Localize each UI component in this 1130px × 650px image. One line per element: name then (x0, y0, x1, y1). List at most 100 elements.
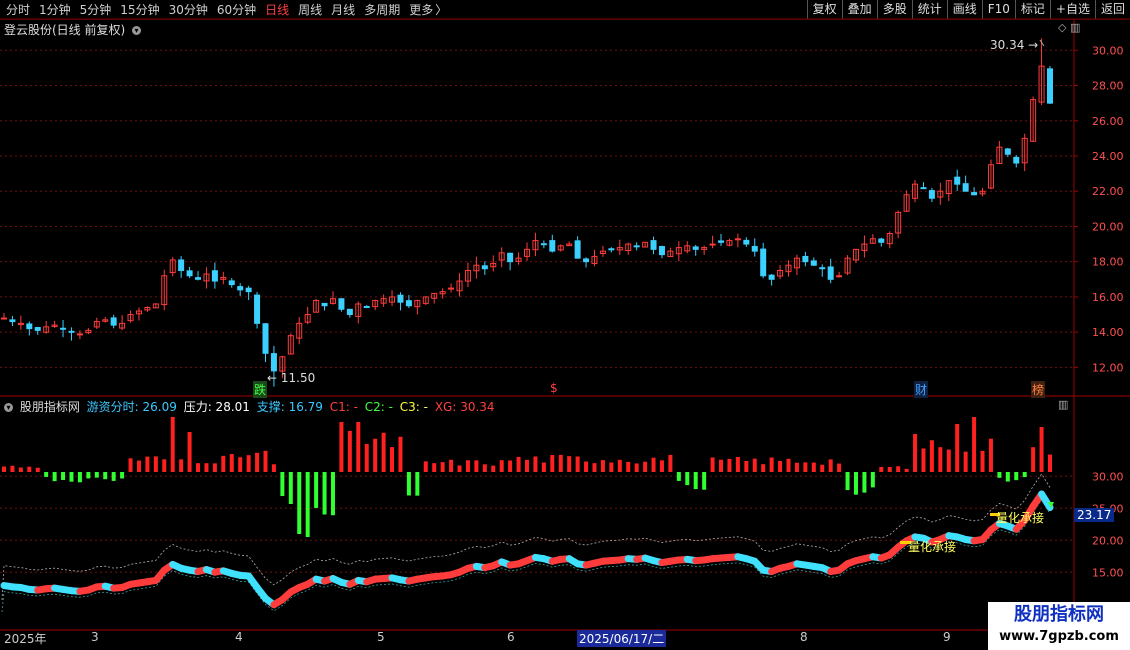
histogram-bar (44, 472, 49, 477)
watermark-url: www.7gpzb.com (999, 629, 1119, 644)
histogram-bar (449, 459, 454, 472)
marker-finance[interactable]: 财 (914, 381, 929, 398)
indicator-tick-label: 30.00 (1092, 470, 1124, 483)
histogram-bar (710, 457, 715, 472)
histogram-bar (128, 458, 133, 472)
histogram-bar (406, 472, 411, 496)
indicator-panel-toggle-icon[interactable]: ▥ (1058, 398, 1068, 411)
histogram-bar (558, 454, 563, 472)
chevron-down-icon[interactable]: ▾ (4, 403, 13, 412)
price-tick-label: 30.00 (1092, 44, 1124, 57)
price-tick-label: 14.00 (1092, 326, 1124, 339)
histogram-bar (584, 461, 589, 472)
candle-body (262, 323, 269, 354)
candle-body (1047, 68, 1053, 104)
histogram-bar (913, 434, 918, 472)
histogram-bar (196, 463, 201, 472)
histogram-bar (212, 463, 217, 472)
histogram-bar (347, 430, 352, 472)
histogram-bar (440, 462, 445, 472)
histogram-bar (204, 463, 209, 472)
histogram-bar (921, 448, 926, 472)
candle-body (397, 294, 404, 303)
high-price-value: 30.34 (990, 38, 1025, 52)
marker-list[interactable]: 榜 (1031, 381, 1046, 398)
histogram-bar (1048, 454, 1052, 472)
histogram-bar (735, 456, 740, 472)
histogram-bar (837, 463, 842, 472)
candle-body (878, 238, 885, 243)
indicator-value: 压力: 28.01 (183, 400, 254, 414)
histogram-bar (1022, 472, 1027, 478)
candle-body (26, 323, 33, 330)
histogram-bar (330, 472, 335, 516)
low-price-value: 11.50 (280, 371, 316, 385)
price-tick-label: 20.00 (1092, 220, 1124, 233)
histogram-bar (238, 457, 243, 472)
histogram-bar (390, 447, 395, 472)
histogram-bar (870, 472, 875, 488)
price-tick-label: 18.00 (1092, 256, 1124, 269)
histogram-bar (77, 472, 82, 483)
date-label: 4 (235, 630, 243, 644)
current-value-tag: 23.17 (1074, 508, 1115, 522)
histogram-bar (10, 465, 15, 472)
histogram-bar (972, 417, 977, 472)
indicator-value: XG: 30.34 (434, 400, 495, 414)
signal-label: 量化承接 (996, 511, 1045, 525)
candle-body (1, 317, 7, 320)
histogram-bar (896, 466, 901, 472)
histogram-bar (651, 457, 656, 472)
histogram-bar (339, 422, 344, 472)
candle-body (574, 240, 581, 259)
histogram-bar (1039, 427, 1044, 472)
histogram-bar (786, 458, 791, 472)
histogram-bar (280, 472, 285, 497)
candle-body (211, 270, 218, 282)
trend-line-segment (1038, 490, 1054, 511)
candle-body (405, 300, 412, 307)
candle-body (633, 245, 640, 248)
candle-body (608, 248, 615, 251)
histogram-bar (2, 466, 6, 472)
high-price-label: 30.34 → (990, 38, 1039, 52)
candle-body (810, 260, 817, 266)
indicator-value: 支撑: 16.79 (256, 400, 327, 414)
histogram-bar (676, 472, 681, 481)
candle-body (245, 287, 252, 293)
histogram-bar (516, 456, 521, 472)
histogram-bar (255, 452, 260, 472)
histogram-bar (52, 472, 57, 482)
candle-body (962, 183, 969, 192)
candle-body (709, 243, 716, 246)
panel-toggle-icon[interactable]: ◇ ▥ (1058, 21, 1080, 34)
histogram-bar (853, 472, 858, 495)
histogram-bar (162, 459, 167, 472)
candle-body (954, 176, 961, 185)
marker-dollar[interactable]: $ (550, 381, 558, 395)
histogram-bar (136, 460, 141, 472)
candle-body (9, 319, 16, 323)
chart-canvas[interactable]: 30.00 28.00 26.00 24.00 22.00 20.00 18.00 16.00… (0, 0, 1130, 650)
candle-body (481, 265, 488, 270)
histogram-bar (322, 472, 327, 515)
marker-drop[interactable]: 跌 (253, 381, 268, 398)
histogram-bar (744, 460, 749, 472)
histogram-bar (356, 422, 361, 472)
price-tick-label: 22.00 (1092, 185, 1124, 198)
histogram-bar (643, 461, 648, 472)
chevron-down-icon[interactable]: ▾ (132, 26, 142, 35)
histogram-bar (626, 461, 631, 472)
date-label: 9 (943, 630, 951, 644)
indicator-value: C2: - (364, 400, 397, 414)
histogram-bar (508, 460, 513, 472)
candle-body (928, 190, 935, 199)
candle-body (802, 255, 809, 263)
indicator-tick-label: 20.00 (1092, 534, 1124, 547)
stock-title[interactable]: 登云股份(日线 前复权) ▾ (4, 21, 142, 38)
histogram-bar (482, 464, 487, 472)
histogram-bar (94, 472, 99, 478)
histogram-bar (634, 463, 639, 472)
histogram-bar (803, 462, 808, 472)
candle-body (254, 294, 261, 324)
